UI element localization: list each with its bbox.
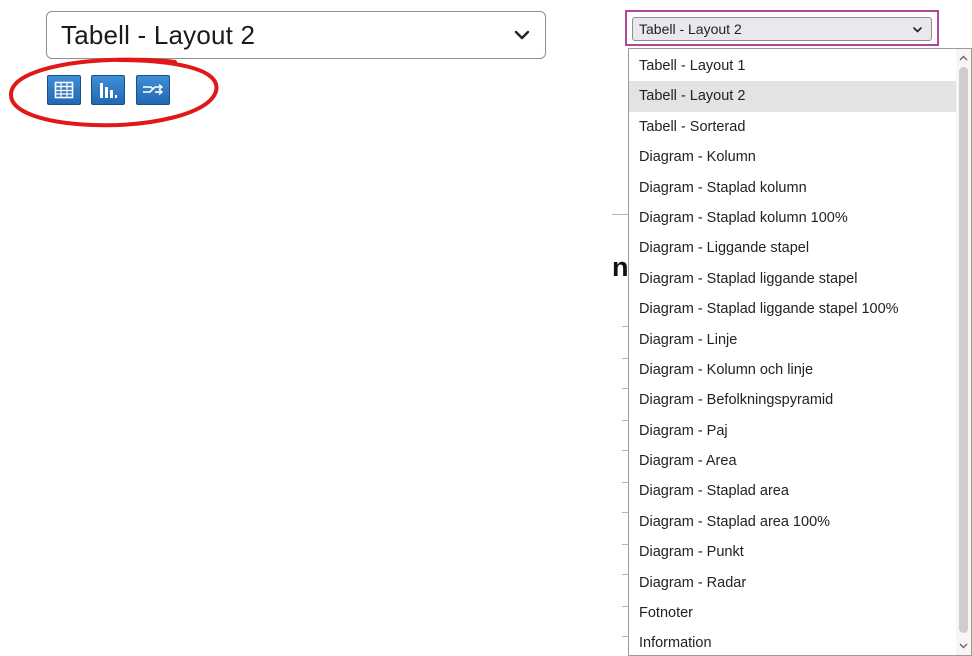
option-diagram-linje[interactable]: Diagram - Linje	[629, 325, 957, 355]
layout-select-value: Tabell - Layout 2	[61, 19, 256, 50]
bar-chart-icon	[100, 83, 117, 98]
option-diagram-kolumn[interactable]: Diagram - Kolumn	[629, 142, 957, 172]
table-icon	[54, 81, 74, 99]
pivot-icon	[143, 83, 164, 96]
option-diagram-punkt[interactable]: Diagram - Punkt	[629, 537, 957, 567]
option-diagram-staplad-kolumn-100[interactable]: Diagram - Staplad kolumn 100%	[629, 203, 957, 233]
option-diagram-radar[interactable]: Diagram - Radar	[629, 568, 957, 598]
option-diagram-staplad-area-100[interactable]: Diagram - Staplad area 100%	[629, 507, 957, 537]
option-diagram-befolkningspyramid[interactable]: Diagram - Befolkningspyramid	[629, 385, 957, 415]
option-fotnoter[interactable]: Fotnoter	[629, 598, 957, 628]
scroll-up-button[interactable]	[956, 51, 971, 65]
option-diagram-area[interactable]: Diagram - Area	[629, 446, 957, 476]
layout-select-compact-value: Tabell - Layout 2	[639, 21, 742, 37]
partial-heading: n	[612, 252, 629, 282]
option-diagram-staplad-kolumn[interactable]: Diagram - Staplad kolumn	[629, 173, 957, 203]
option-tabell-layout-2[interactable]: Tabell - Layout 2	[629, 81, 957, 112]
chart-view-button[interactable]	[91, 75, 125, 105]
layout-select[interactable]: Tabell - Layout 2	[46, 11, 546, 59]
option-diagram-staplad-liggande-stapel-100[interactable]: Diagram - Staplad liggande stapel 100%	[629, 294, 957, 324]
scroll-thumb[interactable]	[959, 67, 968, 633]
layout-options: Tabell - Layout 1 Tabell - Layout 2 Tabe…	[629, 51, 957, 655]
dropdown-scrollbar[interactable]	[956, 49, 971, 655]
pivot-view-button[interactable]	[136, 75, 170, 105]
option-diagram-kolumn-och-linje[interactable]: Diagram - Kolumn och linje	[629, 355, 957, 385]
option-information[interactable]: Information	[629, 628, 957, 655]
chevron-down-icon	[959, 643, 968, 649]
chevron-down-icon	[514, 30, 530, 40]
option-diagram-liggande-stapel[interactable]: Diagram - Liggande stapel	[629, 233, 957, 263]
option-diagram-paj[interactable]: Diagram - Paj	[629, 416, 957, 446]
table-view-button[interactable]	[47, 75, 81, 105]
layout-dropdown-list[interactable]: Tabell - Layout 1 Tabell - Layout 2 Tabe…	[628, 48, 972, 656]
layout-select-focused-frame: Tabell - Layout 2	[625, 10, 939, 46]
option-tabell-layout-1[interactable]: Tabell - Layout 1	[629, 51, 957, 81]
option-tabell-sorterad[interactable]: Tabell - Sorterad	[629, 112, 957, 142]
chevron-up-icon	[959, 55, 968, 61]
scroll-down-button[interactable]	[956, 639, 971, 653]
option-diagram-staplad-liggande-stapel[interactable]: Diagram - Staplad liggande stapel	[629, 264, 957, 294]
layout-select-compact[interactable]: Tabell - Layout 2	[632, 17, 932, 41]
chevron-down-icon	[913, 27, 922, 33]
option-diagram-staplad-area[interactable]: Diagram - Staplad area	[629, 476, 957, 506]
